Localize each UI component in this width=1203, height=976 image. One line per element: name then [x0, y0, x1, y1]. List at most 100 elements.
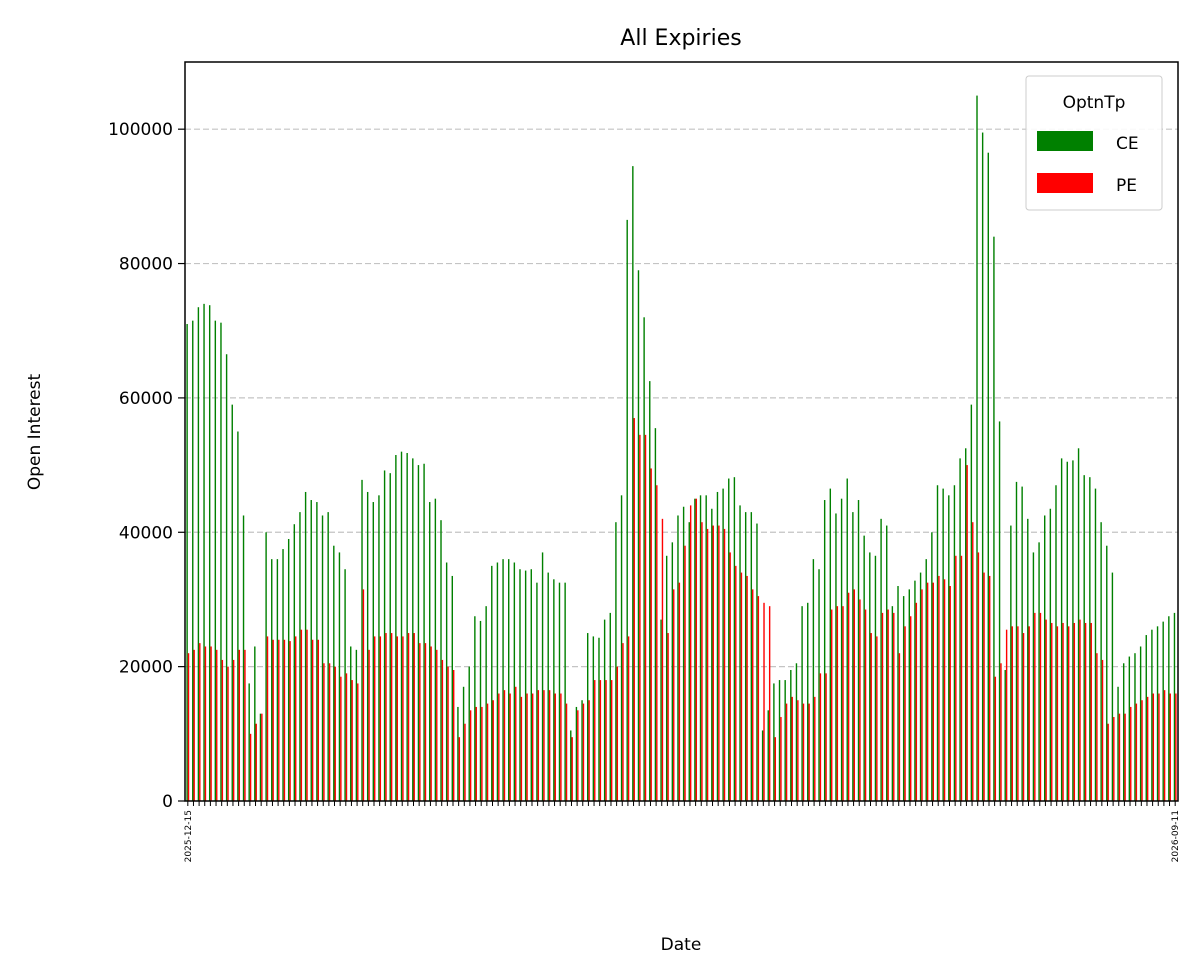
- bar-ce: [728, 478, 730, 801]
- bar-ce: [665, 555, 668, 801]
- bar-pe: [594, 680, 596, 801]
- bar-ce: [1066, 461, 1068, 801]
- bar-pe: [289, 641, 291, 801]
- bar-ce: [823, 500, 826, 801]
- bar-pe: [915, 602, 918, 801]
- bar-pe: [774, 737, 777, 801]
- bar-ce: [953, 485, 956, 801]
- bar-pe: [729, 552, 731, 801]
- bar-ce: [1162, 621, 1164, 801]
- bar-ce: [417, 465, 420, 801]
- bar-ce: [993, 236, 995, 801]
- bar-pe: [503, 690, 506, 801]
- bar-ce: [208, 305, 211, 801]
- bar-pe: [464, 723, 466, 801]
- bar-pe: [842, 606, 844, 801]
- bar-ce: [592, 636, 595, 801]
- bar-pe: [904, 626, 906, 801]
- bar-pe: [351, 680, 353, 801]
- bar-ce: [474, 616, 476, 801]
- bar-ce: [508, 559, 510, 801]
- bar-ce: [637, 270, 640, 801]
- y-tick-label: 60000: [119, 389, 173, 409]
- bar-ce: [936, 485, 939, 801]
- bar-pe: [221, 659, 224, 801]
- y-tick-label: 100000: [108, 120, 173, 140]
- bar-pe: [266, 636, 269, 801]
- bar-ce: [773, 683, 775, 801]
- bar-ce: [1100, 522, 1102, 801]
- bar-ce: [1055, 485, 1057, 801]
- bar-pe: [1101, 659, 1104, 801]
- legend: OptnTp CE PE: [1025, 75, 1163, 211]
- bar-pe: [447, 666, 449, 801]
- bar-ce: [626, 219, 628, 802]
- bar-ce: [660, 619, 662, 801]
- bar-ce: [361, 479, 363, 801]
- bar-ce: [248, 683, 250, 801]
- bar-ce: [316, 502, 318, 801]
- bar-pe: [819, 673, 822, 801]
- bar-pe: [718, 525, 720, 801]
- bar-pe: [295, 636, 297, 801]
- bar-ce: [220, 322, 222, 801]
- bar-ce: [1139, 646, 1142, 801]
- bar-pe: [746, 575, 748, 801]
- bar-ce: [632, 166, 634, 801]
- chart: 0 20000 40000 60000 80000 100000 2025-12-15 20…: [0, 0, 1203, 976]
- bar-ce: [654, 428, 657, 801]
- bar-ce: [750, 512, 753, 801]
- legend-label-ce: CE: [1116, 134, 1139, 154]
- bar-pe: [684, 545, 686, 801]
- bar-pe: [1107, 723, 1109, 801]
- bar-pe: [1084, 622, 1087, 801]
- bar-pe: [757, 596, 760, 801]
- bar-ce: [231, 404, 233, 801]
- bar-pe: [1130, 706, 1132, 801]
- bar-pe: [328, 663, 331, 801]
- bar-pe: [531, 693, 534, 801]
- bar-ce: [818, 569, 820, 801]
- bar-ce: [778, 680, 781, 801]
- bar-pe: [1000, 663, 1002, 801]
- bar-ce: [1145, 635, 1147, 801]
- bar-pe: [994, 676, 997, 801]
- bar-pe: [763, 602, 765, 801]
- bar-ce: [575, 706, 578, 801]
- bar-ce: [812, 559, 815, 801]
- bar-pe: [368, 649, 370, 801]
- bar-ce: [925, 559, 927, 801]
- bar-pe: [249, 733, 252, 801]
- bar-ce: [671, 542, 674, 801]
- bar-pe: [859, 599, 861, 801]
- bar-pe: [345, 673, 348, 801]
- bar-ce: [857, 500, 860, 801]
- bar-pe: [977, 552, 980, 801]
- bar-pe: [678, 582, 681, 801]
- bar-pe: [362, 589, 365, 801]
- bar-pe: [949, 586, 951, 801]
- bar-pe: [227, 666, 229, 801]
- bar-ce: [293, 524, 296, 801]
- bar-pe: [966, 465, 968, 801]
- y-tick-label: 20000: [119, 658, 173, 678]
- bar-ce: [265, 532, 267, 801]
- bar-ce: [705, 495, 707, 801]
- bar-pe: [943, 579, 946, 801]
- bar-ce: [965, 448, 967, 801]
- bar-ce: [333, 545, 335, 801]
- bar-pe: [898, 653, 901, 801]
- bar-pe: [616, 666, 619, 801]
- bar-ce: [457, 706, 459, 801]
- bar-pe: [847, 592, 850, 801]
- bar-pe: [486, 703, 489, 801]
- bar-pe: [311, 639, 314, 801]
- bar-ce: [998, 421, 1001, 801]
- bar-ce: [1038, 542, 1040, 801]
- bar-pe: [458, 737, 461, 801]
- bar-pe: [921, 589, 923, 801]
- bar-ce: [1015, 481, 1018, 801]
- bar-pe: [419, 643, 421, 801]
- bar-ce: [581, 700, 583, 801]
- bar-pe: [571, 737, 573, 801]
